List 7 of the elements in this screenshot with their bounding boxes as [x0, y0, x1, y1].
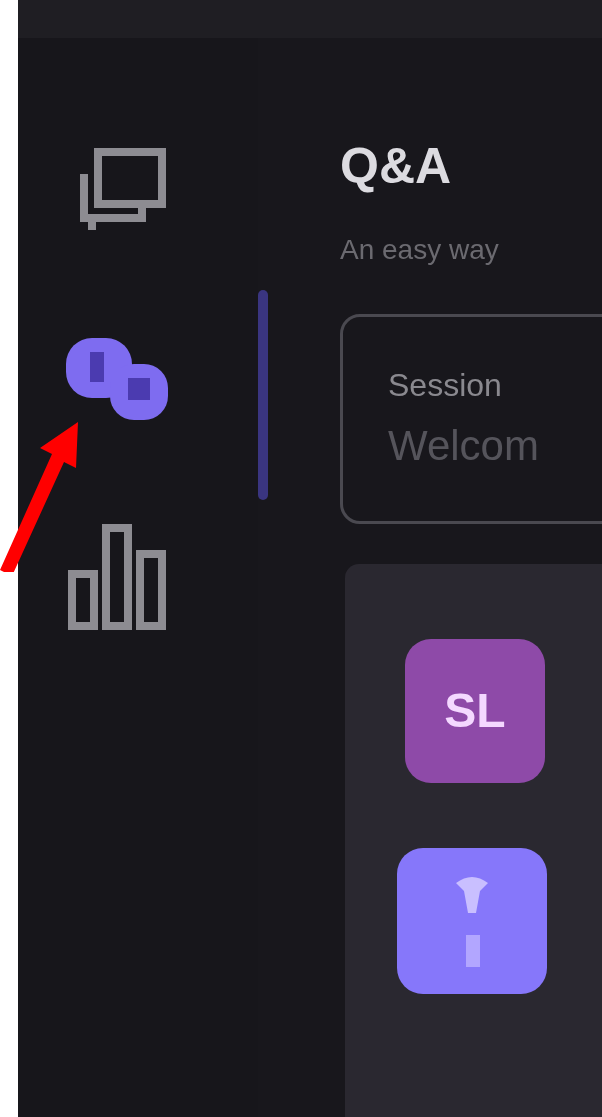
session-name: Welcom [388, 423, 540, 469]
page-title: Q&A [340, 138, 453, 194]
page-subtitle: An easy way [340, 234, 500, 266]
bar-chart-icon[interactable] [68, 524, 168, 630]
session-label: Session [388, 367, 503, 403]
session-card[interactable]: Session Welcom [340, 314, 602, 524]
avatar: SL [405, 639, 545, 783]
